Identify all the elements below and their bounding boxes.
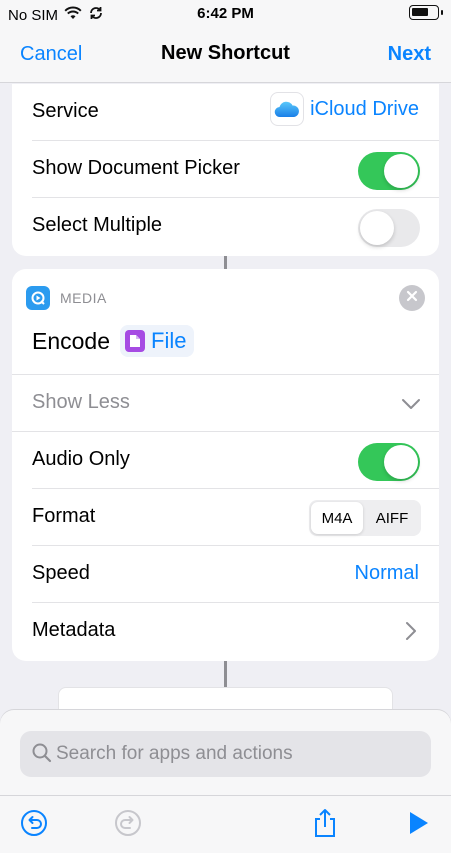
battery-icon [409, 5, 443, 20]
get-file-action-card: Service iCloud Drive Show Document Picke… [12, 84, 439, 256]
format-segmented-control: M4A AIFF [309, 500, 421, 536]
redo-button[interactable] [113, 809, 143, 842]
icloud-icon [270, 92, 305, 126]
format-row: Format M4A AIFF [12, 489, 439, 546]
show-less-label: Show Less [32, 391, 130, 413]
service-row[interactable]: Service iCloud Drive [12, 84, 439, 141]
show-document-picker-toggle[interactable] [358, 152, 420, 190]
audio-only-label: Audio Only [32, 448, 130, 470]
action-category-label: MEDIA [60, 290, 107, 306]
search-icon [32, 743, 52, 768]
show-less-row[interactable]: Show Less [12, 375, 439, 432]
select-multiple-row: Select Multiple [12, 198, 439, 255]
audio-only-row: Audio Only [12, 432, 439, 489]
status-bar: No SIM 6:42 PM [0, 0, 451, 28]
action-category-header: MEDIA [26, 286, 107, 310]
run-button[interactable] [403, 810, 433, 840]
search-input[interactable]: Search for apps and actions [20, 731, 431, 777]
toggle-knob [360, 211, 394, 245]
format-option-m4a[interactable]: M4A [311, 502, 363, 534]
close-icon [406, 289, 418, 307]
share-button[interactable] [310, 808, 340, 843]
share-icon [311, 808, 339, 843]
service-value: iCloud Drive [310, 97, 419, 120]
undo-button[interactable] [19, 809, 49, 842]
remove-action-button[interactable] [399, 285, 425, 311]
select-multiple-label: Select Multiple [32, 214, 163, 236]
metadata-label: Metadata [32, 619, 116, 641]
action-connector [224, 256, 227, 269]
encode-media-action-card: MEDIA Encode File Show Less Audio Only F… [12, 269, 439, 661]
media-icon [26, 286, 50, 310]
metadata-row[interactable]: Metadata [12, 603, 439, 660]
audio-only-toggle[interactable] [358, 443, 420, 481]
play-icon [406, 810, 430, 841]
chevron-right-icon [405, 621, 417, 646]
toolbar-divider [0, 795, 451, 796]
actions-sheet: Search for apps and actions [0, 710, 451, 853]
action-verb: Encode [32, 327, 111, 354]
speed-label: Speed [32, 562, 90, 584]
redo-icon [114, 809, 142, 842]
chevron-down-icon [401, 397, 421, 415]
select-multiple-toggle[interactable] [358, 209, 420, 247]
navigation-bar: Cancel New Shortcut Next [0, 28, 451, 83]
search-placeholder: Search for apps and actions [56, 743, 293, 764]
cancel-button[interactable]: Cancel [20, 43, 82, 66]
file-token-label: File [151, 328, 187, 353]
undo-icon [20, 809, 48, 842]
format-label: Format [32, 505, 96, 527]
service-picker[interactable]: iCloud Drive [270, 92, 419, 126]
toggle-knob [384, 445, 418, 479]
next-button[interactable]: Next [388, 43, 431, 66]
action-summary: Encode File [32, 325, 195, 357]
service-label: Service [32, 100, 99, 122]
show-document-picker-label: Show Document Picker [32, 157, 240, 179]
toggle-knob [384, 154, 418, 188]
file-variable-token[interactable]: File [120, 325, 195, 357]
file-icon [125, 330, 146, 352]
speed-value[interactable]: Normal [355, 562, 419, 585]
show-document-picker-row: Show Document Picker [12, 141, 439, 198]
format-option-aiff[interactable]: AIFF [365, 502, 419, 534]
status-time: 6:42 PM [197, 5, 254, 22]
speed-row: Speed Normal [12, 546, 439, 603]
action-connector [224, 661, 227, 687]
